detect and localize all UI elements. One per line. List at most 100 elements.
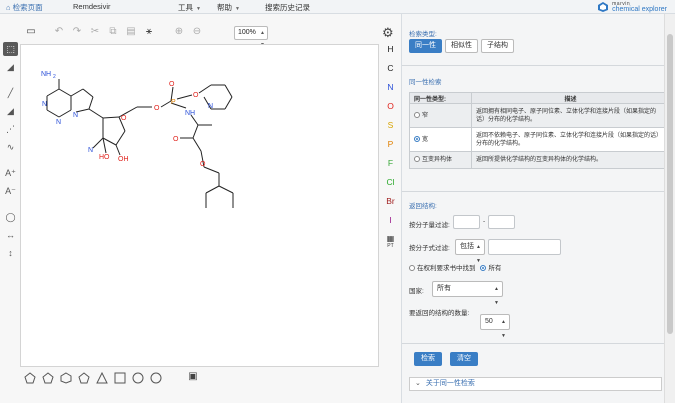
element-i[interactable]: I [380, 215, 401, 225]
document-title: Remdesivir [73, 2, 111, 11]
atom-o-4: O [193, 92, 199, 99]
formula-input[interactable] [488, 239, 561, 255]
copy-icon[interactable]: ⧉ [106, 25, 120, 39]
redo-icon[interactable]: ↷ [70, 25, 84, 39]
search-history-link[interactable]: 搜索历史记录 [265, 2, 310, 13]
divider [402, 65, 675, 66]
identity-search-label: 同一性检索 [409, 79, 442, 86]
table-row[interactable]: 窄 返回拥有相同电子、原子同位素、立体化学和连接片段（如果指定的话）分布的化学结… [409, 103, 666, 128]
element-f[interactable]: F [380, 158, 401, 168]
country-select[interactable]: 所有 ▲ ▼ [432, 281, 503, 306]
atom-nh2: NH [41, 71, 51, 78]
templates-folder-icon[interactable]: ▣ [186, 370, 200, 384]
element-n[interactable]: N [380, 82, 401, 92]
formula-mode-select[interactable]: 包括 ▲ ▼ [455, 239, 485, 264]
table-row[interactable]: 互变异构体 返回所提供化学结构的互变异构体的化学结构。 [409, 151, 666, 169]
spinner-icon: ▲▼ [501, 319, 506, 339]
cut-icon[interactable]: ✂ [88, 25, 102, 39]
mw-filter-label: 按分子量过滤: [409, 222, 450, 229]
home-link[interactable]: ⌂ 检索页面 [6, 2, 43, 13]
editor-left-toolbar: ⬚ ◢ ╱ ◢ ⋰ ∿ A⁺ A⁻ ◯ ↔ ↕ [0, 42, 20, 272]
row-description: 返回拥有相同电子、原子同位素、立体化学和连接片段（如果指定的话）分布的化学结构。 [471, 103, 666, 128]
zoom-out-icon[interactable]: ⊖ [190, 25, 204, 39]
element-o[interactable]: O [380, 101, 401, 111]
row-type-label: 宽 [422, 136, 429, 143]
tools-menu[interactable]: 工具 ▼ [178, 2, 201, 13]
tab-identity[interactable]: 同一性 [409, 39, 442, 53]
tab-similarity[interactable]: 相似性 [445, 39, 478, 53]
editor-top-toolbar: ▭ ↶ ↷ ✂ ⧉ ▤ ⚹ ⊕ ⊖ 100%▲▼ ⚙ [20, 18, 393, 48]
molecule-structure: NH 2 N N N N N O O O O O O P NH HO OH [41, 71, 234, 208]
selection-tool-icon[interactable]: ⬚ [3, 42, 18, 56]
ring-templates-toolbar: ▣ [20, 370, 380, 388]
element-c[interactable]: C [380, 63, 401, 73]
panel-scrollbar[interactable] [664, 14, 675, 403]
row-type-label: 窄 [422, 112, 429, 119]
hashed-bond-icon[interactable]: ⋰ [3, 122, 18, 136]
table-row[interactable]: 宽 返回不依赖电子、原子同位素、立体化学和连接片段（如果指定的话）分布的化学结构… [409, 127, 666, 152]
hexagon-template-icon[interactable] [60, 372, 72, 384]
result-count-select[interactable]: 50 ▲ ▼ [480, 314, 510, 339]
identity-type-table: 同一性类型: 描述 窄 返回拥有相同电子、原子同位素、立体化学和连接片段（如果指… [409, 92, 666, 169]
chevron-down-icon: ▼ [196, 6, 201, 12]
new-document-icon[interactable]: ▭ [24, 25, 38, 39]
gear-icon[interactable]: ⚙ [382, 25, 394, 41]
marvin-logo: marvin chemical explorer [596, 0, 667, 14]
atom-nh: NH [185, 110, 195, 117]
pentagon-outline-icon[interactable] [78, 372, 90, 384]
vertical-arrow-icon[interactable]: ↕ [3, 246, 18, 260]
element-cl[interactable]: Cl [380, 177, 401, 187]
element-s[interactable]: S [380, 120, 401, 130]
radio-broad[interactable] [414, 135, 420, 142]
radio-claims[interactable] [409, 265, 415, 272]
wedge-bond-icon[interactable]: ◢ [3, 104, 18, 118]
radio-all[interactable] [480, 265, 487, 272]
square-template-icon[interactable] [114, 372, 126, 384]
mw-to-input[interactable] [488, 215, 515, 229]
single-bond-icon[interactable]: ╱ [3, 86, 18, 100]
atom-o-2: O [154, 105, 160, 112]
help-menu[interactable]: 帮助 ▼ [217, 2, 240, 13]
element-br[interactable]: Br [380, 196, 401, 206]
divider [402, 343, 675, 344]
search-button[interactable]: 检索 [414, 352, 442, 366]
search-options-panel: 检索类型: 同一性 相似性 子结构 同一性检索 同一性类型: 描述 窄 返回拥有… [401, 14, 675, 403]
atom-n-2: N [56, 119, 61, 126]
zoom-select[interactable]: 100%▲▼ [234, 26, 268, 48]
clear-button[interactable]: 清空 [450, 352, 478, 366]
drawing-canvas[interactable]: NH 2 N N N N N O O O O O O P NH HO OH [20, 44, 379, 367]
row-description: 返回所提供化学结构的互变异构体的化学结构。 [471, 151, 666, 169]
chain-icon[interactable]: ∿ [3, 140, 18, 154]
triangle-template-icon[interactable] [96, 372, 108, 384]
pentagon-template-icon[interactable] [42, 372, 54, 384]
tab-substructure[interactable]: 子结构 [481, 39, 514, 53]
mw-from-input[interactable] [453, 215, 480, 229]
atom-n-1: N [42, 101, 47, 108]
circle-outline-icon[interactable] [150, 372, 162, 384]
clean-structure-icon[interactable]: ⚹ [142, 25, 156, 39]
atom-n-3: N [73, 112, 78, 119]
charge-plus-icon[interactable]: A⁺ [3, 166, 18, 180]
cyclopropane-template-icon[interactable] [24, 372, 36, 384]
zoom-in-icon[interactable]: ⊕ [172, 25, 186, 39]
periodic-table-button[interactable]: ▦ PT [380, 234, 401, 250]
structure-editor: ▭ ↶ ↷ ✂ ⧉ ▤ ⚹ ⊕ ⊖ 100%▲▼ ⚙ ⬚ ◢ ╱ ◢ ⋰ ∿ A… [0, 14, 401, 403]
paste-icon[interactable]: ▤ [124, 25, 138, 39]
charge-minus-icon[interactable]: A⁻ [3, 184, 18, 198]
radio-tautomer[interactable] [414, 156, 420, 163]
about-identity-search-expander[interactable]: ⌄ 关于同一性检索 [409, 377, 662, 391]
element-h[interactable]: H [380, 44, 401, 54]
lasso-icon[interactable]: ◯ [3, 210, 18, 224]
horizontal-arrow-icon[interactable]: ↔ [3, 228, 18, 242]
circle-template-icon[interactable] [132, 372, 144, 384]
undo-icon[interactable]: ↶ [52, 25, 66, 39]
eraser-icon[interactable]: ◢ [3, 60, 18, 74]
atom-p: P [171, 99, 176, 106]
element-p[interactable]: P [380, 139, 401, 149]
result-count-label: 要返回的结构的数量: [409, 310, 470, 317]
atom-n-4: N [88, 147, 93, 154]
element-palette: H C N O S P F Cl Br I ▦ PT [380, 44, 401, 284]
radio-narrow[interactable] [414, 111, 420, 118]
scrollbar-thumb[interactable] [667, 34, 673, 334]
periodic-table-icon: ▦ [386, 234, 395, 243]
